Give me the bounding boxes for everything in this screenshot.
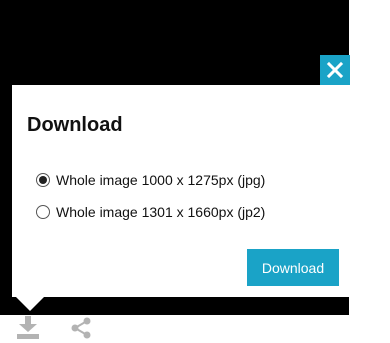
dialog-pointer — [16, 297, 44, 311]
close-button[interactable] — [320, 55, 350, 85]
toolbar-area — [0, 315, 390, 343]
option-jp2[interactable]: Whole image 1301 x 1660px (jp2) — [36, 204, 265, 220]
download-toolbar-button[interactable] — [15, 316, 41, 340]
option-jp2-label: Whole image 1301 x 1660px (jp2) — [56, 204, 266, 220]
option-jpg[interactable]: Whole image 1000 x 1275px (jpg) — [36, 172, 265, 188]
option-jpg-label: Whole image 1000 x 1275px (jpg) — [56, 172, 266, 188]
download-button[interactable]: Download — [247, 249, 339, 286]
download-icon — [17, 316, 39, 339]
share-icon — [71, 317, 91, 339]
dialog-title: Download — [27, 114, 123, 136]
radio-jp2[interactable] — [36, 205, 50, 219]
radio-jpg[interactable] — [36, 173, 50, 187]
close-icon — [326, 61, 344, 79]
download-dialog: Download Whole image 1000 x 1275px (jpg)… — [12, 85, 349, 297]
share-toolbar-button[interactable] — [69, 316, 93, 340]
